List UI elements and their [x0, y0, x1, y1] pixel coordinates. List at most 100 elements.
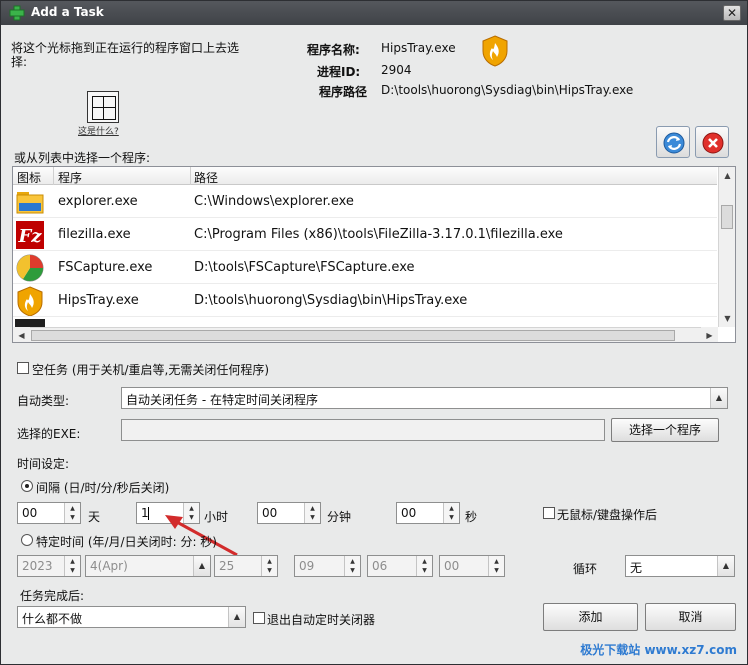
list-vertical-scrollbar[interactable]: ▲ ▼	[718, 167, 735, 327]
cancel-button[interactable]: 取消	[645, 603, 736, 631]
list-header: 图标 程序 路径	[13, 167, 717, 185]
huorong-icon	[17, 286, 43, 316]
idle-label: 无鼠标/键盘操作后	[557, 508, 658, 522]
program-path: D:\tools\huorong\Sysdiag\bin\HipsTray.ex…	[194, 293, 468, 308]
program-name-value: HipsTray.exe	[381, 41, 456, 55]
spin-arrows-icon[interactable]: ▲ ▼	[488, 556, 504, 576]
hour-spinner[interactable]: 09 ▲ ▼	[294, 555, 361, 577]
time-setting-label: 时间设定:	[17, 457, 70, 471]
loop-select[interactable]: 无 ▲	[625, 555, 735, 577]
crosshair-drag-icon[interactable]	[87, 91, 119, 123]
day-spinner[interactable]: 25 ▲ ▼	[214, 555, 278, 577]
year-spinner[interactable]: 2023 ▲ ▼	[17, 555, 81, 577]
program-name: HipsTray.exe	[58, 293, 139, 308]
seconds-spinner[interactable]: 00 ▲ ▼	[396, 502, 460, 524]
minutes-value: 00	[262, 506, 278, 520]
header-icon: 图标	[17, 171, 42, 185]
add-button[interactable]: 添加	[543, 603, 638, 631]
select-program-button[interactable]: 选择一个程序	[611, 418, 719, 442]
header-program: 程序	[58, 171, 83, 185]
spin-arrows-icon[interactable]: ▲ ▼	[64, 556, 80, 576]
exe-label: 选择的EXE:	[17, 427, 81, 441]
path-label: 程序路径	[319, 85, 368, 99]
chevron-down-icon: ▲	[228, 607, 245, 627]
spin-arrows-icon: ▲	[193, 556, 210, 576]
path-value: D:\tools\huorong\Sysdiag\bin\HipsTray.ex…	[381, 83, 634, 97]
svg-text:Fz: Fz	[17, 226, 42, 247]
month-select[interactable]: 4(Apr) ▲	[85, 555, 211, 577]
spin-arrows-icon[interactable]: ▲ ▼	[261, 556, 277, 576]
list-horizontal-scrollbar[interactable]: ◀ ▶	[13, 327, 718, 342]
spin-arrows-icon[interactable]: ▲ ▼	[64, 503, 80, 523]
after-task-select[interactable]: 什么都不做 ▲	[17, 606, 246, 628]
pid-label: 进程ID:	[317, 65, 361, 79]
auto-type-value: 自动关闭任务 - 在特定时间关闭程序	[126, 393, 318, 407]
empty-task-label: 空任务 (用于关机/重启等,无需关闭任何程序)	[32, 363, 270, 377]
refresh-button[interactable]	[656, 126, 690, 158]
minutes-spinner[interactable]: 00 ▲ ▼	[257, 502, 321, 524]
auto-type-select[interactable]: 自动关闭任务 - 在特定时间关闭程序 ▲	[121, 387, 728, 409]
select-from-list-label: 或从列表中选择一个程序:	[14, 151, 151, 165]
spin-arrows-icon[interactable]: ▲ ▼	[344, 556, 360, 576]
plus-icon	[9, 5, 25, 21]
scroll-down-arrow[interactable]: ▼	[719, 310, 735, 327]
drag-instruction: 将这个光标拖到正在运行的程序窗口上去选择:	[11, 41, 240, 69]
scroll-up-arrow[interactable]: ▲	[719, 167, 735, 184]
title-bar: Add a Task ✕	[1, 1, 747, 25]
specific-time-label: 特定时间 (年/月/日关闭时: 分: 秒)	[36, 535, 217, 549]
list-item[interactable]: explorer.exe C:\Windows\explorer.exe	[13, 185, 717, 218]
minutes-unit: 分钟	[327, 510, 352, 524]
program-name: FSCapture.exe	[58, 260, 153, 275]
scroll-left-arrow[interactable]: ◀	[13, 327, 30, 342]
window-title: Add a Task	[31, 5, 104, 19]
auto-type-label: 自动类型:	[17, 394, 70, 408]
program-path: C:\Program Files (x86)\tools\FileZilla-3…	[194, 227, 563, 242]
days-value: 00	[22, 506, 38, 520]
chevron-down-icon: ▲	[710, 388, 727, 408]
loop-value: 无	[630, 561, 643, 575]
days-unit: 天	[88, 510, 101, 524]
remove-button[interactable]	[695, 126, 729, 158]
list-item[interactable]: Fz filezilla.exe C:\Program Files (x86)\…	[13, 218, 717, 251]
after-task-label: 任务完成后:	[20, 589, 85, 603]
list-item[interactable]: HipsTray.exe D:\tools\huorong\Sysdiag\bi…	[13, 284, 717, 317]
exit-checkbox[interactable]	[253, 612, 265, 624]
program-name-label: 程序名称:	[307, 43, 360, 57]
minute-value: 06	[372, 559, 388, 573]
after-task-value: 什么都不做	[22, 612, 83, 626]
what-is-this-link[interactable]: 这是什么?	[78, 124, 119, 137]
specific-time-radio[interactable]	[21, 534, 33, 546]
seconds-value: 00	[401, 506, 417, 520]
huorong-shield-icon	[482, 35, 508, 67]
list-item[interactable]: FSCapture.exe D:\tools\FSCapture\FSCaptu…	[13, 251, 717, 284]
program-path: C:\Windows\explorer.exe	[194, 194, 354, 209]
program-list[interactable]: 图标 程序 路径 explorer.exe C:\Windows\explore…	[12, 166, 736, 343]
interval-label: 间隔 (日/时/分/秒后关闭)	[36, 481, 170, 495]
interval-radio[interactable]	[21, 480, 33, 492]
spin-arrows-icon[interactable]: ▲ ▼	[304, 503, 320, 523]
spin-arrows-icon[interactable]: ▲ ▼	[443, 503, 459, 523]
idle-checkbox[interactable]	[543, 507, 555, 519]
watermark: 极光下载站 www.xz7.com	[580, 643, 737, 657]
spin-arrows-icon[interactable]: ▲ ▼	[416, 556, 432, 576]
second-value: 00	[444, 559, 460, 573]
close-icon	[702, 132, 724, 154]
minute-spinner[interactable]: 06 ▲ ▼	[367, 555, 433, 577]
add-task-dialog: Add a Task ✕ 将这个光标拖到正在运行的程序窗口上去选择: 这是什么?…	[0, 0, 748, 665]
program-path: D:\tools\FSCapture\FSCapture.exe	[194, 260, 415, 275]
fscapture-icon	[16, 254, 44, 282]
hour-value: 09	[299, 559, 315, 573]
year-value: 2023	[22, 559, 53, 573]
exe-field[interactable]	[121, 419, 605, 441]
window-close-button[interactable]: ✕	[723, 5, 741, 21]
program-name: filezilla.exe	[58, 227, 131, 242]
second-spinner[interactable]: 00 ▲ ▼	[439, 555, 505, 577]
scroll-right-arrow[interactable]: ▶	[701, 327, 718, 342]
folder-icon	[16, 192, 44, 214]
day-value: 25	[219, 559, 235, 573]
filezilla-icon: Fz	[16, 221, 44, 249]
empty-task-checkbox[interactable]	[17, 362, 29, 374]
loop-label: 循环	[573, 562, 598, 576]
days-spinner[interactable]: 00 ▲ ▼	[17, 502, 81, 524]
refresh-icon	[663, 132, 685, 154]
